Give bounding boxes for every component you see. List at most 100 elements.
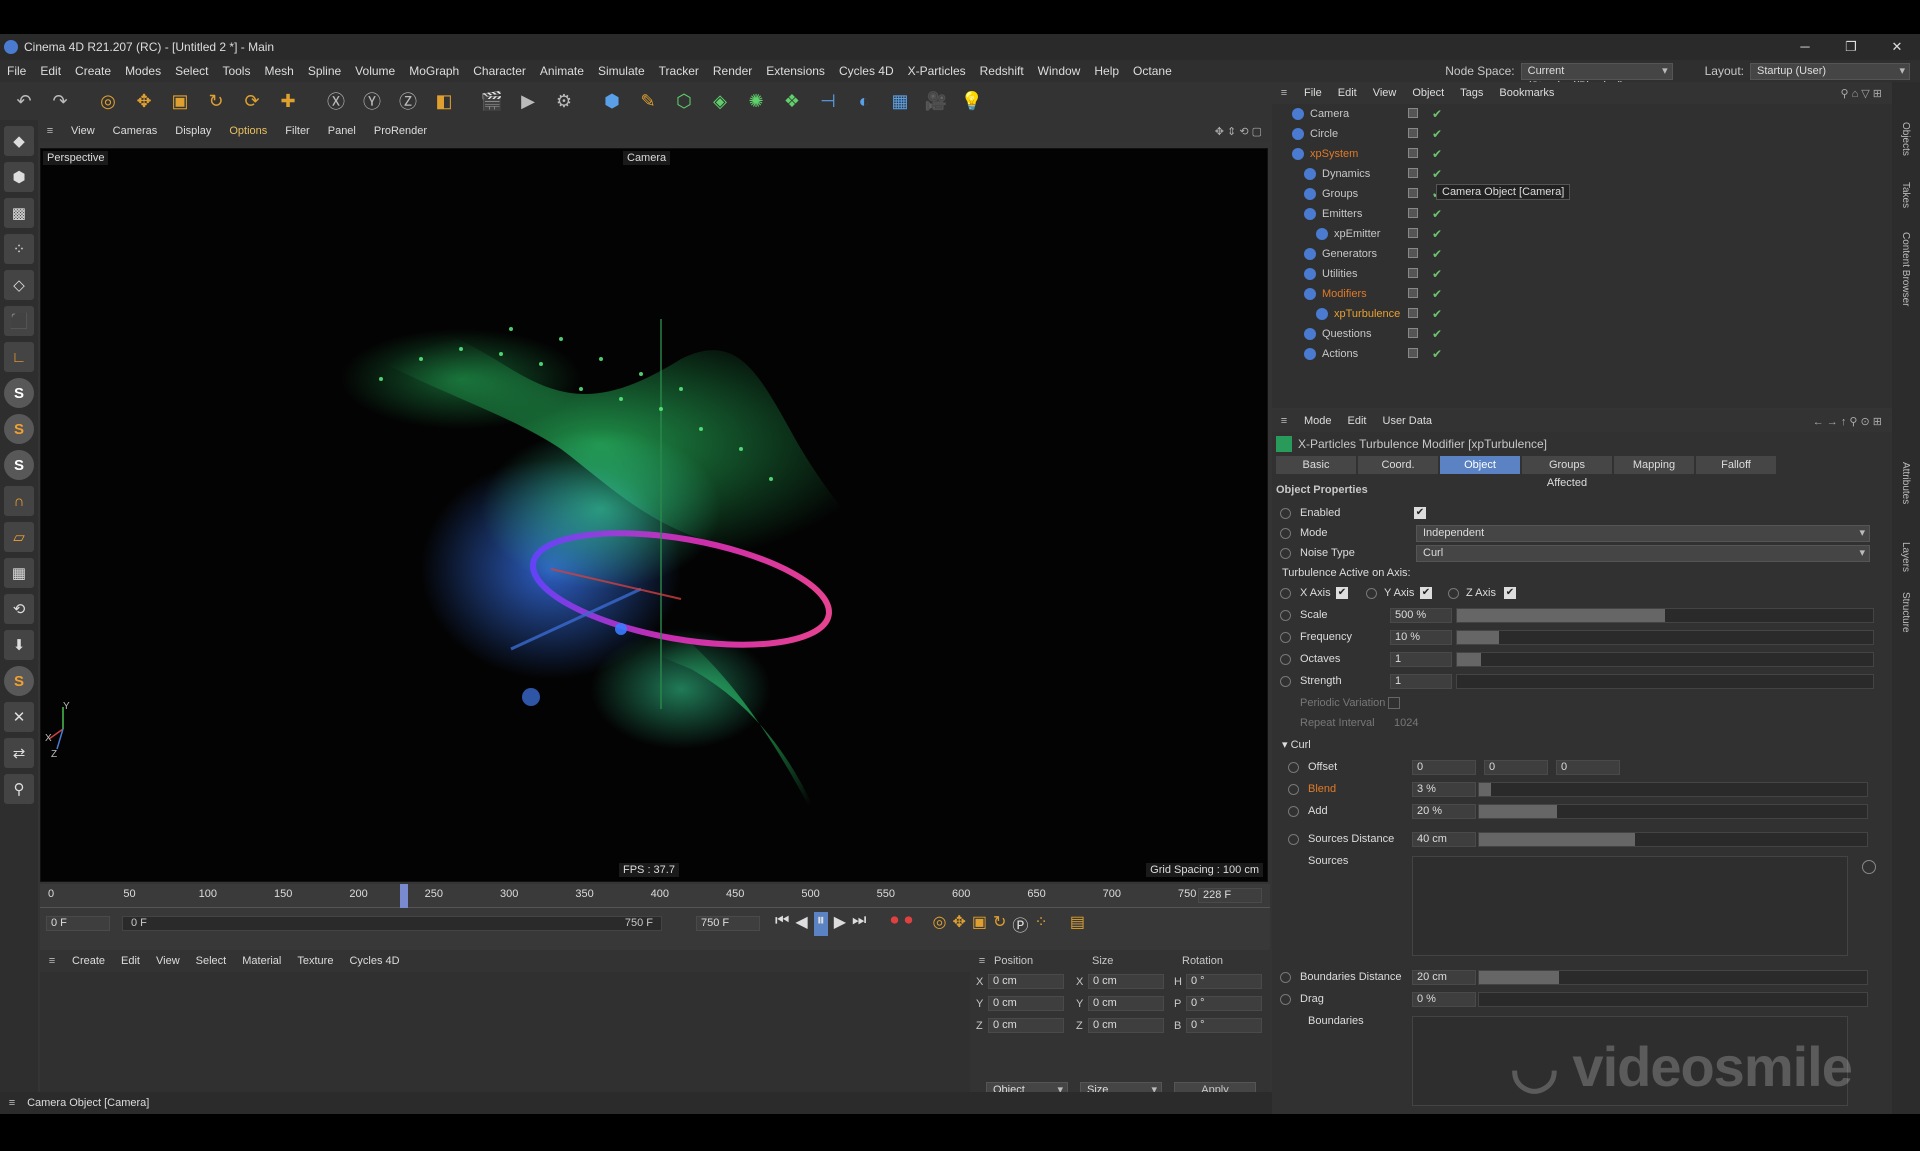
texture-mode-icon[interactable]: ▩ (4, 198, 34, 228)
structure-tab[interactable]: Structure (1900, 592, 1911, 633)
keyframe-selection-icon[interactable]: ◎ (932, 912, 946, 936)
object-enabled-check[interactable]: ✔ (1432, 104, 1442, 124)
object-enabled-check[interactable]: ✔ (1432, 204, 1442, 224)
download-icon[interactable]: ⬇ (4, 630, 34, 660)
object-visibility-toggle[interactable] (1408, 268, 1418, 278)
object-visibility-toggle[interactable] (1408, 128, 1418, 138)
previous-frame-icon[interactable]: ◀ (795, 912, 807, 936)
rotation-field[interactable]: 0 ° (1186, 974, 1262, 989)
periodic-checkbox[interactable] (1388, 697, 1400, 709)
current-frame-field[interactable]: 228 F (1198, 888, 1262, 903)
menu-x-particles[interactable]: X-Particles (901, 64, 973, 78)
object-row-dynamics[interactable]: Dynamics ✔ (1272, 164, 1672, 184)
material-menu-create[interactable]: Create (64, 955, 113, 967)
object-row-generators[interactable]: Generators ✔ (1272, 244, 1672, 264)
snap-settings-icon[interactable]: S (4, 414, 34, 444)
attr-navigation-icon[interactable]: ← → ↑ ⚲ ⊙ ⊞ (1813, 415, 1882, 428)
preview-range-slider[interactable]: 0 F 750 F (122, 916, 662, 931)
start-frame-field[interactable]: 0 F (46, 916, 110, 931)
strength-slider[interactable] (1456, 674, 1874, 689)
object-row-xpturbulence[interactable]: xpTurbulence ✔ (1272, 304, 1672, 324)
object-row-xpsystem[interactable]: xpSystem ✔ (1272, 144, 1672, 164)
render-view-icon[interactable]: ▶ (512, 85, 544, 117)
octaves-field[interactable]: 1 (1390, 652, 1452, 667)
object-enabled-check[interactable]: ✔ (1432, 124, 1442, 144)
playhead[interactable] (400, 884, 408, 908)
menu-spline[interactable]: Spline (301, 64, 348, 78)
sources-distance-field[interactable]: 40 cm (1412, 832, 1476, 847)
sources-distance-slider[interactable] (1478, 832, 1868, 847)
enabled-checkbox[interactable]: ✔ (1414, 507, 1426, 519)
add-icon[interactable]: ✚ (272, 85, 304, 117)
key-rotation-icon[interactable]: ↻ (993, 912, 1006, 936)
menu-file[interactable]: File (0, 64, 33, 78)
object-search-icon[interactable]: ⚲ ⌂ ▽ ⊞ (1840, 87, 1882, 100)
object-menu-tags[interactable]: Tags (1452, 87, 1491, 99)
frequency-anim-icon[interactable] (1280, 632, 1291, 643)
material-menu-cycles-4d[interactable]: Cycles 4D (341, 955, 407, 967)
strength-field[interactable]: 1 (1390, 674, 1452, 689)
viewport-menu-view[interactable]: View (62, 125, 104, 137)
workplane-icon[interactable]: ▱ (4, 522, 34, 552)
curl-section[interactable]: ▾ Curl (1272, 736, 1882, 754)
offset-x-field[interactable]: 0 (1412, 760, 1476, 775)
extrude-icon[interactable]: ◈ (704, 85, 736, 117)
coordinate-system-icon[interactable]: ◧ (428, 85, 460, 117)
object-menu-view[interactable]: View (1365, 87, 1405, 99)
grid-icon[interactable]: ▦ (4, 558, 34, 588)
material-hamburger-icon[interactable]: ≡ (40, 955, 64, 967)
add-anim-icon[interactable] (1288, 806, 1299, 817)
object-enabled-check[interactable]: ✔ (1432, 224, 1442, 244)
object-row-actions[interactable]: Actions ✔ (1272, 344, 1672, 364)
add-slider[interactable] (1478, 804, 1868, 819)
z-axis-checkbox[interactable]: ✔ (1504, 587, 1516, 599)
y-axis-anim-icon[interactable] (1366, 588, 1377, 599)
undo-icon[interactable]: ↶ (8, 85, 40, 117)
sources-add-icon[interactable] (1862, 860, 1876, 874)
coord-hamburger-icon[interactable]: ≡ (970, 955, 994, 967)
viewport-menu-options[interactable]: Options (220, 125, 276, 137)
menu-simulate[interactable]: Simulate (591, 64, 652, 78)
object-row-xpemitter[interactable]: xpEmitter ✔ (1272, 224, 1672, 244)
viewport-menu-panel[interactable]: Panel (319, 125, 365, 137)
viewport-menu-display[interactable]: Display (166, 125, 220, 137)
offset-anim-icon[interactable] (1288, 762, 1299, 773)
blend-field[interactable]: 3 % (1412, 782, 1476, 797)
redo-icon[interactable]: ↷ (44, 85, 76, 117)
material-menu-texture[interactable]: Texture (289, 955, 341, 967)
menu-edit[interactable]: Edit (33, 64, 68, 78)
menu-octane[interactable]: Octane (1126, 64, 1179, 78)
close-button[interactable]: ✕ (1874, 34, 1920, 60)
position-field[interactable]: 0 cm (988, 974, 1064, 989)
object-visibility-toggle[interactable] (1408, 348, 1418, 358)
menu-cycles-4d[interactable]: Cycles 4D (832, 64, 901, 78)
cloner-icon[interactable]: ✺ (740, 85, 772, 117)
scale-anim-icon[interactable] (1280, 610, 1291, 621)
z-axis-lock-icon[interactable]: Ⓩ (392, 85, 424, 117)
timeline-ruler[interactable]: 228 F 0 50 100 150 200 250 300 350 400 450 500 550 6… (40, 884, 1270, 908)
object-enabled-check[interactable]: ✔ (1432, 304, 1442, 324)
menu-window[interactable]: Window (1031, 64, 1088, 78)
object-enabled-check[interactable]: ✔ (1432, 344, 1442, 364)
add-field[interactable]: 20 % (1412, 804, 1476, 819)
floor-icon[interactable]: ▦ (884, 85, 916, 117)
object-visibility-toggle[interactable] (1408, 288, 1418, 298)
snap-workplane-icon[interactable]: S (4, 450, 34, 480)
material-menu-select[interactable]: Select (188, 955, 235, 967)
menu-volume[interactable]: Volume (348, 64, 402, 78)
object-menu-object[interactable]: Object (1404, 87, 1452, 99)
mode-select[interactable]: Independent (1416, 525, 1870, 542)
key-pla-icon[interactable]: ⁘ (1034, 912, 1047, 936)
cube-icon[interactable]: ⬢ (596, 85, 628, 117)
scale-slider[interactable] (1456, 608, 1874, 623)
object-menu-file[interactable]: File (1296, 87, 1330, 99)
menu-mesh[interactable]: Mesh (257, 64, 300, 78)
blend-slider[interactable] (1478, 782, 1868, 797)
boundaries-distance-anim-icon[interactable] (1280, 972, 1291, 983)
object-row-modifiers[interactable]: Modifiers ✔ (1272, 284, 1672, 304)
menu-tracker[interactable]: Tracker (652, 64, 706, 78)
subdivision-icon[interactable]: ⬡ (668, 85, 700, 117)
material-menu-edit[interactable]: Edit (113, 955, 148, 967)
menu-create[interactable]: Create (68, 64, 118, 78)
go-to-start-icon[interactable]: ⏮ (775, 912, 789, 936)
